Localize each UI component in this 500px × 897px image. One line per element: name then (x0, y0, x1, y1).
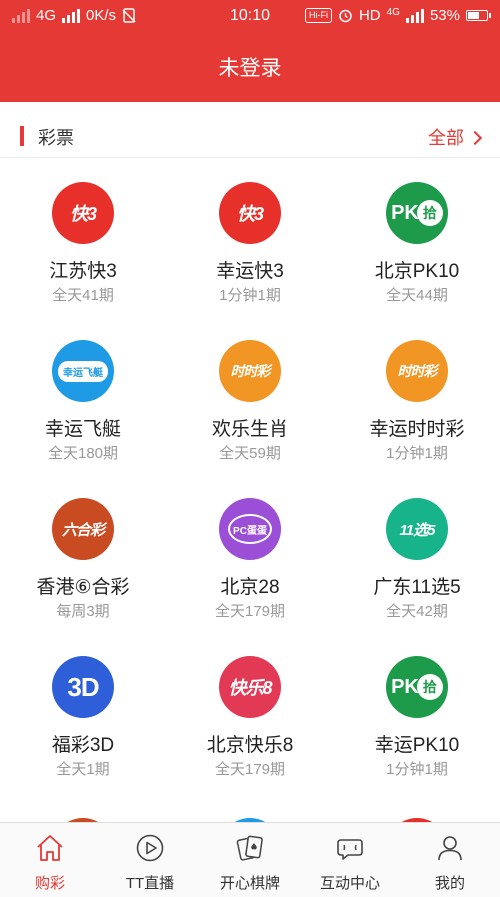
lottery-name: 幸运飞艇 (44, 419, 121, 440)
view-all-link[interactable]: 全部 (428, 124, 483, 150)
lottery-item-beijing-pk10[interactable]: PK 拾 北京PK10 全天44期 (334, 160, 500, 318)
pk10-green-icon: PK 拾 (386, 182, 448, 244)
shishicai-orange-icon: 时时彩 (386, 340, 448, 402)
lottery-item-xingyun-pk10[interactable]: PK 拾 幸运PK10 1分钟1期 (334, 634, 500, 792)
lottery-item-hongkong-liuhecai[interactable]: 六合彩 香港⑥合彩 每周3期 (0, 476, 166, 634)
lottery-name: 香港⑥合彩 (36, 577, 130, 598)
tab-interaction-center[interactable]: 互动中心 (300, 823, 400, 897)
alarm-icon (339, 9, 352, 23)
pcdandan-purple-icon: PC蛋蛋 (219, 498, 281, 560)
lottery-name: 北京PK10 (374, 261, 460, 282)
lottery-schedule: 全天42期 (386, 603, 448, 620)
lottery-schedule: 全天180期 (47, 445, 119, 462)
lottery-schedule: 全天179期 (214, 603, 286, 620)
network-type-2: 4G (386, 7, 400, 18)
kuaile8-pink-icon: 快乐8 (219, 656, 281, 718)
lottery-name: 北京快乐8 (206, 735, 294, 756)
lottery-item-jiangsu-kuai3[interactable]: 快3 江苏快3 全天41期 (0, 160, 166, 318)
kuai3-red-icon: 快3 (52, 182, 114, 244)
play-icon (136, 834, 164, 862)
tab-buy-lottery[interactable]: 购彩 (0, 823, 100, 897)
battery-percent: 53% (429, 7, 460, 24)
lottery-name: 幸运时时彩 (369, 419, 465, 440)
signal-icon (405, 8, 424, 23)
lottery-schedule: 全天1期 (56, 761, 110, 778)
lottery-name: 北京28 (220, 577, 280, 598)
home-icon (37, 835, 63, 861)
lottery-schedule: 1分钟1期 (386, 761, 448, 778)
status-right: Hi-Fi HD 4G 53% (304, 7, 491, 24)
lottery-schedule: 全天59期 (219, 445, 281, 462)
tab-label: 我的 (434, 875, 465, 892)
lottery-schedule: 1分钟1期 (386, 445, 448, 462)
lottery-item-xingyun-shishicai[interactable]: 时时彩 幸运时时彩 1分钟1期 (334, 318, 500, 476)
lottery-name: 福彩3D (51, 735, 115, 756)
lottery-name: 广东11选5 (373, 577, 461, 598)
status-bar: 4G 0K/s 10:10 Hi-Fi HD 4G 53% (0, 0, 500, 32)
shishicai-orange-icon: 时时彩 (219, 340, 281, 402)
lottery-name: 江苏快3 (49, 261, 117, 282)
lottery-name: 幸运快3 (216, 261, 284, 282)
lottery-name: 幸运PK10 (374, 735, 460, 756)
lottery-item-xingyun-feiting[interactable]: 幸运飞艇 幸运飞艇 全天180期 (0, 318, 166, 476)
cards-icon (236, 835, 263, 861)
lottery-schedule: 全天44期 (386, 287, 448, 304)
pk10-green-icon: PK 拾 (386, 656, 448, 718)
lottery-schedule: 1分钟1期 (219, 287, 281, 304)
title-bar: 未登录 (0, 32, 500, 102)
lottery-item-fucai-3d[interactable]: 3D 福彩3D 全天1期 (0, 634, 166, 792)
11xuan5-teal-icon: 11选5 (386, 498, 448, 560)
lottery-item-beijing-28[interactable]: PC蛋蛋 北京28 全天179期 (167, 476, 333, 634)
tab-label: TT直播 (125, 875, 175, 892)
fucai3d-blue-icon: 3D (52, 656, 114, 718)
lottery-schedule: 每周3期 (56, 603, 110, 620)
feiting-blue-icon: 幸运飞艇 (52, 340, 114, 402)
liuhecai-brown-icon: 六合彩 (52, 498, 114, 560)
tab-card-games[interactable]: 开心棋牌 (200, 823, 300, 897)
hifi-badge: Hi-Fi (304, 8, 332, 23)
tab-label: 购彩 (34, 875, 65, 892)
chevron-right-icon (467, 130, 483, 145)
section-header: 彩票 全部 (0, 112, 500, 158)
lottery-schedule: 全天41期 (52, 287, 114, 304)
kuai3-red-icon: 快3 (219, 182, 281, 244)
tab-label: 开心棋牌 (219, 875, 280, 892)
battery-icon (466, 10, 491, 21)
lottery-item-huanle-shengxiao[interactable]: 时时彩 欢乐生肖 全天59期 (167, 318, 333, 476)
tab-tt-live[interactable]: TT直播 (100, 823, 200, 897)
bottom-tab-bar: 购彩 TT直播 开心棋牌 互动中心 我的 (0, 822, 500, 897)
chat-icon (337, 839, 363, 860)
hd-indicator: HD (358, 7, 381, 24)
tab-label: 互动中心 (319, 875, 380, 892)
view-all-label: 全部 (428, 128, 464, 148)
lottery-item-xingyun-kuai3[interactable]: 快3 幸运快3 1分钟1期 (167, 160, 333, 318)
user-icon (438, 836, 462, 861)
lottery-item-beijing-kuaile8[interactable]: 快乐8 北京快乐8 全天179期 (167, 634, 333, 792)
lottery-item-guangdong-11xuan5[interactable]: 11选5 广东11选5 全天42期 (334, 476, 500, 634)
section-accent-bar (20, 126, 24, 146)
tab-my-profile[interactable]: 我的 (400, 823, 500, 897)
lottery-name: 欢乐生肖 (211, 419, 288, 440)
page-title[interactable]: 未登录 (219, 52, 282, 82)
section-title: 彩票 (38, 128, 74, 148)
lottery-schedule: 全天179期 (214, 761, 286, 778)
